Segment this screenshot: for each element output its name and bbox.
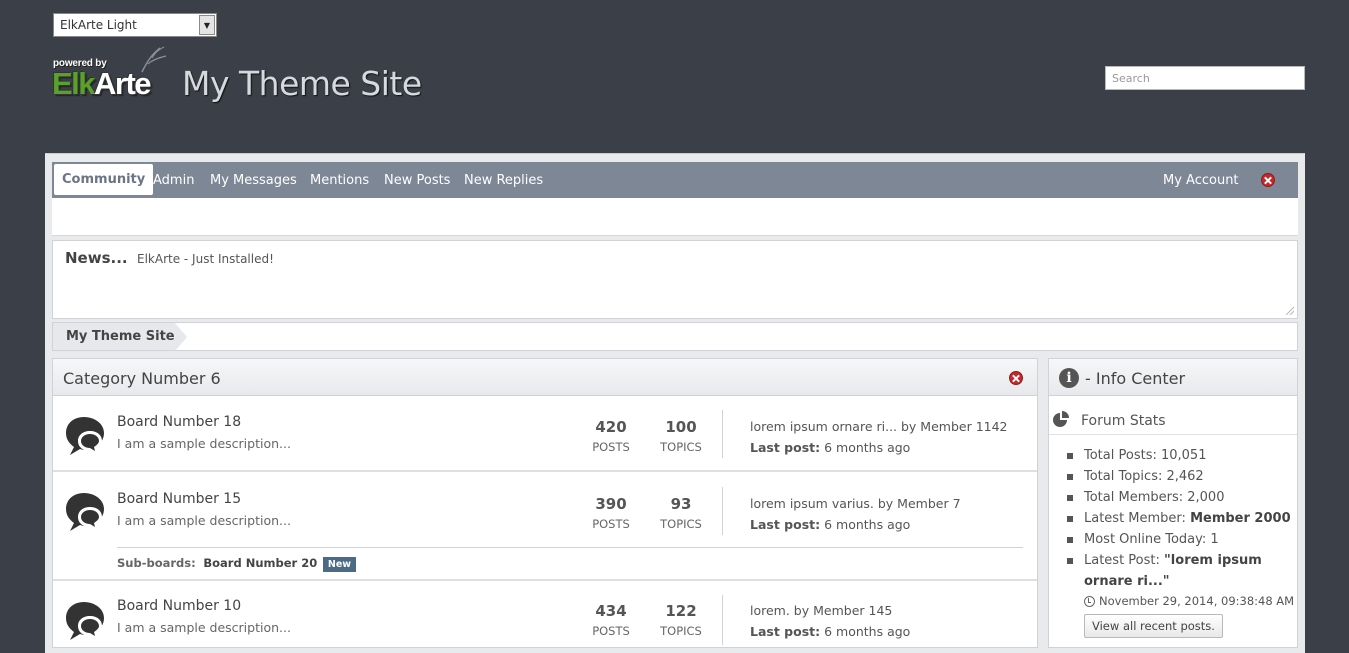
theme-select-value: ElkArte Light [60,18,137,32]
menu-item-new-posts[interactable]: New Posts [384,162,450,198]
menu-item-admin[interactable]: Admin [153,162,194,198]
news-panel: News... ElkArte - Just Installed! [52,240,1298,319]
board-posts-stat: 434 POSTS [592,602,630,638]
info-center-header: i - Info Center [1049,359,1297,396]
breadcrumb: My Theme Site [52,322,1298,351]
board-topics-stat: 100 TOPICS [660,418,702,454]
board-topics-stat: 93 TOPICS [660,495,702,531]
pie-chart-icon [1053,411,1069,427]
news-text: ElkArte - Just Installed! [137,252,274,266]
board-last-post-title[interactable]: lorem. by Member 145 [750,603,892,618]
stat-most-online: Most Online Today: 1 [1063,529,1293,550]
menu-item-new-replies[interactable]: New Replies [464,162,543,198]
breadcrumb-arrow [175,323,187,351]
site-title[interactable]: My Theme Site [182,64,422,103]
category-title[interactable]: Category Number 6 [63,369,221,388]
new-badge: New [322,557,357,572]
menu-item-mentions[interactable]: Mentions [310,162,369,198]
board-row: Board Number 10 I am a sample descriptio… [53,581,1037,651]
divider [722,487,723,535]
theme-select[interactable]: ElkArte Light ▼ [53,13,217,37]
stat-total-members: Total Members: 2,000 [1063,487,1293,508]
collapse-category-icon[interactable] [1009,371,1023,385]
logo-wordmark: ElkArte [52,66,152,101]
subboards-label: Sub-boards: [117,556,196,570]
board-last-post-time: Last post: 6 months ago [750,624,911,639]
board-posts-stat: 390 POSTS [592,495,630,531]
chevron-down-icon[interactable]: ▼ [199,15,215,35]
info-center-panel: i - Info Center Forum Stats Total Posts:… [1048,358,1298,648]
board-description: I am a sample description... [117,436,291,451]
board-name[interactable]: Board Number 10 [117,598,241,614]
info-icon: i [1059,368,1079,388]
resize-grip-icon[interactable] [1286,307,1294,315]
forum-stats-header: Forum Stats [1049,401,1297,435]
board-description: I am a sample description... [117,620,291,635]
close-icon [1261,173,1275,187]
menu-item-my-messages[interactable]: My Messages [210,162,297,198]
forum-stats-title[interactable]: Forum Stats [1081,413,1166,429]
board-speech-bubbles-icon [66,417,104,456]
board-last-post-time: Last post: 6 months ago [750,517,911,532]
latest-post-time: November 29, 2014, 09:38:48 AM [1084,594,1294,608]
stat-latest-member: Latest Member: Member 2000 [1063,508,1293,529]
category-panel: Category Number 6 Board Number 18 I am a… [52,358,1038,648]
divider [722,595,723,645]
divider [722,410,723,458]
menu-item-community[interactable]: Community [54,164,154,195]
subboard-link[interactable]: Board Number 20 [203,556,317,570]
board-name[interactable]: Board Number 15 [117,491,241,507]
stat-latest-post: Latest Post: "lorem ipsum ornare ri..." [1063,550,1293,592]
board-topics-stat: 122 TOPICS [660,602,702,638]
board-row: Board Number 18 I am a sample descriptio… [53,396,1037,472]
logout-button[interactable] [1261,162,1275,198]
main-menu: Community Admin My Messages Mentions New… [52,162,1298,198]
clock-icon [1084,595,1095,607]
board-row: Board Number 15 I am a sample descriptio… [53,472,1037,581]
board-description: I am a sample description... [117,513,291,528]
board-speech-bubbles-icon [66,493,104,532]
view-all-recent-posts-button[interactable]: View all recent posts. [1084,614,1223,638]
breadcrumb-item-home[interactable]: My Theme Site [53,323,175,350]
search-input[interactable] [1105,66,1305,90]
menu-item-my-account[interactable]: My Account [1163,162,1239,198]
board-name[interactable]: Board Number 18 [117,414,241,430]
board-last-post-time: Last post: 6 months ago [750,440,911,455]
stat-total-topics: Total Topics: 2,462 [1063,466,1293,487]
subboards-list: Sub-boards: Board Number 20 New [117,556,357,572]
board-posts-stat: 420 POSTS [592,418,630,454]
board-speech-bubbles-icon [66,602,104,641]
subboards-divider [117,547,1023,548]
category-header: Category Number 6 [53,359,1037,396]
news-label: News... [65,249,128,267]
elkarte-logo[interactable]: powered by ElkArte [52,46,168,102]
stat-total-posts: Total Posts: 10,051 [1063,445,1293,466]
forum-stats-list: Total Posts: 10,051 Total Topics: 2,462 … [1063,445,1293,592]
info-center-title[interactable]: - Info Center [1085,369,1185,388]
submenu-area [52,198,1298,236]
board-last-post-title[interactable]: lorem ipsum ornare ri... by Member 1142 [750,419,1008,434]
board-last-post-title[interactable]: lorem ipsum varius. by Member 7 [750,496,961,511]
latest-member-link[interactable]: Member 2000 [1190,511,1291,526]
